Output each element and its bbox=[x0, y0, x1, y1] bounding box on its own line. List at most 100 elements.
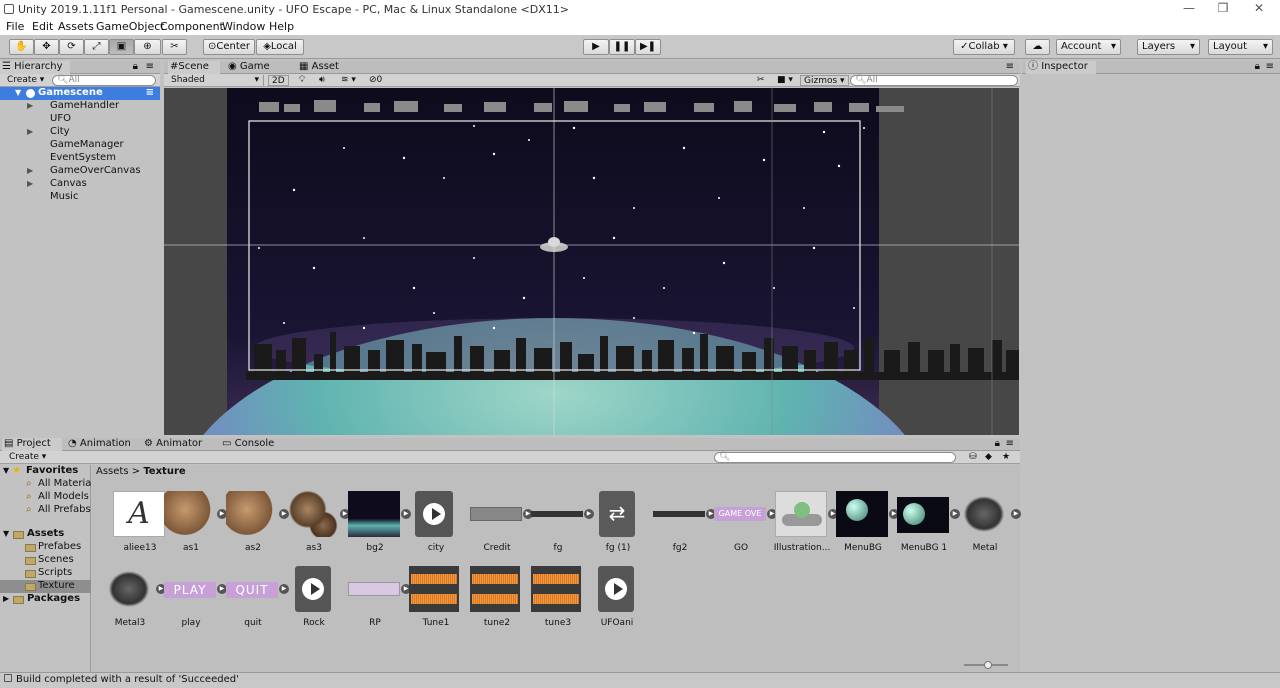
audio-icon[interactable]: 🔊︎ bbox=[316, 75, 328, 86]
asset-item[interactable]: ▶ RP bbox=[348, 566, 411, 638]
tab-hierarchy[interactable]: ☰ Hierarchy bbox=[0, 61, 70, 74]
asset-item[interactable]: Rock bbox=[287, 566, 341, 638]
asset-item[interactable]: Tune1 bbox=[409, 566, 463, 638]
panel-menu-icon[interactable]: ≡ bbox=[1266, 61, 1274, 72]
packages-root[interactable]: ▶ Packages bbox=[0, 593, 91, 606]
asset-item[interactable]: ▶ Metal bbox=[958, 491, 1021, 563]
hand-tool-icon[interactable]: ✋ bbox=[9, 39, 34, 55]
menu-edit[interactable]: Edit bbox=[32, 20, 53, 33]
maximize-button[interactable]: ❐ bbox=[1206, 0, 1240, 19]
zoom-slider[interactable] bbox=[964, 661, 1008, 669]
panel-menu-icon[interactable]: ≡ bbox=[1006, 61, 1014, 72]
tab-game[interactable]: ◉ Game bbox=[226, 61, 278, 74]
asset-item[interactable]: ▶ fg2 bbox=[653, 491, 716, 563]
pivot-center-button[interactable]: ⊙Center bbox=[203, 39, 255, 55]
asset-item[interactable]: ▶ Illustration... bbox=[774, 491, 838, 563]
folder-item-selected[interactable]: Texture bbox=[0, 580, 91, 593]
account-dropdown[interactable]: Account ▾ bbox=[1056, 39, 1121, 55]
lock-icon[interactable]: 🔒︎ bbox=[133, 61, 138, 72]
hierarchy-item[interactable]: GameManager bbox=[0, 139, 160, 152]
tab-animation[interactable]: ◔ Animation bbox=[66, 438, 138, 451]
hierarchy-item[interactable]: ▶ Canvas bbox=[0, 178, 160, 191]
panel-menu-icon[interactable]: ≡ bbox=[146, 61, 154, 72]
scale-tool-icon[interactable]: ⤢ bbox=[84, 39, 109, 55]
rotate-tool-icon[interactable]: ⟳ bbox=[59, 39, 84, 55]
breadcrumb-assets[interactable]: Assets bbox=[96, 466, 129, 477]
effects-icon[interactable]: ≋ ▾ bbox=[338, 75, 359, 86]
hierarchy-item[interactable]: ▶ City bbox=[0, 126, 160, 139]
tab-project[interactable]: ▤ Project bbox=[2, 438, 62, 451]
lighting-icon[interactable]: 💡︎ bbox=[296, 75, 308, 86]
expand-arrow-icon[interactable]: ▼ bbox=[15, 87, 21, 99]
expand-arrow-icon[interactable]: ▶ bbox=[27, 126, 33, 138]
tab-animator[interactable]: ⚙ Animator bbox=[142, 438, 214, 451]
gizmos-dropdown[interactable]: Gizmos ▾ bbox=[800, 75, 849, 86]
tab-inspector[interactable]: ⓘ Inspector bbox=[1026, 61, 1096, 74]
menu-assets[interactable]: Assets bbox=[58, 20, 94, 33]
expand-arrow-icon[interactable]: ▶ bbox=[27, 178, 33, 190]
hierarchy-search-input[interactable]: 🔍︎All bbox=[52, 75, 156, 86]
scene-root-row[interactable]: ▼ Gamescene ≡ bbox=[0, 87, 160, 100]
favorite-item[interactable]: ⌕ All Prefabs bbox=[0, 504, 91, 517]
hierarchy-item[interactable]: ▶ GameOverCanvas bbox=[0, 165, 160, 178]
scene-menu-icon[interactable]: ≡ bbox=[146, 87, 154, 99]
hierarchy-item[interactable]: ▶ GameHandler bbox=[0, 100, 160, 113]
rect-tool-icon[interactable]: ▣ bbox=[109, 39, 134, 55]
hierarchy-item[interactable]: UFO bbox=[0, 113, 160, 126]
expand-arrow-icon[interactable]: ▶ bbox=[27, 165, 33, 177]
pivot-local-button[interactable]: ◈Local bbox=[256, 39, 304, 55]
asset-item[interactable]: ▶ fg bbox=[531, 491, 594, 563]
layout-dropdown[interactable]: Layout ▾ bbox=[1208, 39, 1273, 55]
favorite-item[interactable]: ⌕ All Models bbox=[0, 491, 91, 504]
2d-toggle[interactable]: 2D bbox=[268, 75, 289, 86]
assets-root[interactable]: ▼ Assets bbox=[0, 528, 91, 541]
tab-asset-store[interactable]: ▦ Asset Store bbox=[297, 61, 367, 84]
camera-icon[interactable]: ■ ▾ bbox=[774, 75, 796, 86]
asset-item[interactable]: ▶ as2 bbox=[226, 491, 289, 563]
tools-icon[interactable]: ✂ bbox=[754, 75, 768, 86]
tab-console[interactable]: ▭ Console bbox=[220, 438, 290, 451]
close-button[interactable]: ✕ bbox=[1242, 0, 1276, 19]
asset-item[interactable]: QUIT ▶ quit bbox=[226, 566, 289, 638]
pause-button[interactable]: ❚❚ bbox=[609, 39, 635, 55]
menu-gameobject[interactable]: GameObject bbox=[96, 20, 165, 33]
folder-item[interactable]: Scripts bbox=[0, 567, 91, 580]
asset-item[interactable]: ▶ MenuBG 1 bbox=[897, 491, 960, 563]
cloud-icon[interactable]: ☁ bbox=[1025, 39, 1050, 55]
filter-label-icon[interactable]: ◆ bbox=[982, 452, 995, 463]
tab-scene[interactable]: #Scene bbox=[168, 61, 220, 74]
hierarchy-item[interactable]: EventSystem bbox=[0, 152, 160, 165]
shading-mode-dropdown[interactable]: Shaded ▾ bbox=[168, 75, 264, 86]
menu-window[interactable]: Window bbox=[222, 20, 265, 33]
status-message[interactable]: Build completed with a result of 'Succee… bbox=[16, 673, 239, 687]
expand-arrow-icon[interactable]: ▶ bbox=[1011, 509, 1021, 519]
asset-item[interactable]: ▶ as3 bbox=[287, 491, 350, 563]
scene-viewport[interactable] bbox=[164, 88, 1019, 435]
move-tool-icon[interactable]: ✥ bbox=[34, 39, 59, 55]
zoom-slider-thumb[interactable] bbox=[984, 661, 992, 669]
breadcrumb-texture[interactable]: Texture bbox=[143, 466, 185, 477]
scene-search-input[interactable]: 🔍︎All bbox=[850, 75, 1018, 86]
create-button[interactable]: Create ▾ bbox=[6, 452, 49, 463]
play-button[interactable]: ▶ bbox=[583, 39, 609, 55]
lock-icon[interactable]: 🔒︎ bbox=[1255, 61, 1260, 72]
menu-file[interactable]: File bbox=[6, 20, 24, 33]
transform-tool-icon[interactable]: ⊕ bbox=[134, 39, 161, 55]
asset-item[interactable]: PLAY ▶ play bbox=[164, 566, 227, 638]
menu-help[interactable]: Help bbox=[269, 20, 294, 33]
asset-item[interactable]: UFOani bbox=[598, 566, 652, 638]
asset-item[interactable]: city bbox=[409, 491, 463, 563]
expand-arrow-icon[interactable]: ▶ bbox=[584, 509, 594, 519]
asset-item[interactable]: tune3 bbox=[531, 566, 585, 638]
favorite-item[interactable]: ⌕ All Materials bbox=[0, 478, 99, 491]
asset-item[interactable]: tune2 bbox=[470, 566, 524, 638]
asset-item[interactable]: ▶ as1 bbox=[164, 491, 227, 563]
asset-item[interactable]: ▶ Credit bbox=[470, 491, 533, 563]
folder-item[interactable]: Prefabes bbox=[0, 541, 91, 554]
collab-dropdown[interactable]: ✓Collab ▾ bbox=[953, 39, 1015, 55]
hidden-objects-icon[interactable]: ⊘0 bbox=[366, 75, 385, 86]
asset-item[interactable]: ▶ MenuBG bbox=[836, 491, 899, 563]
favorite-star-icon[interactable]: ★ bbox=[999, 452, 1013, 463]
lock-icon[interactable]: 🔒︎ bbox=[995, 438, 1000, 449]
filter-type-icon[interactable]: ⛁ bbox=[966, 452, 980, 463]
